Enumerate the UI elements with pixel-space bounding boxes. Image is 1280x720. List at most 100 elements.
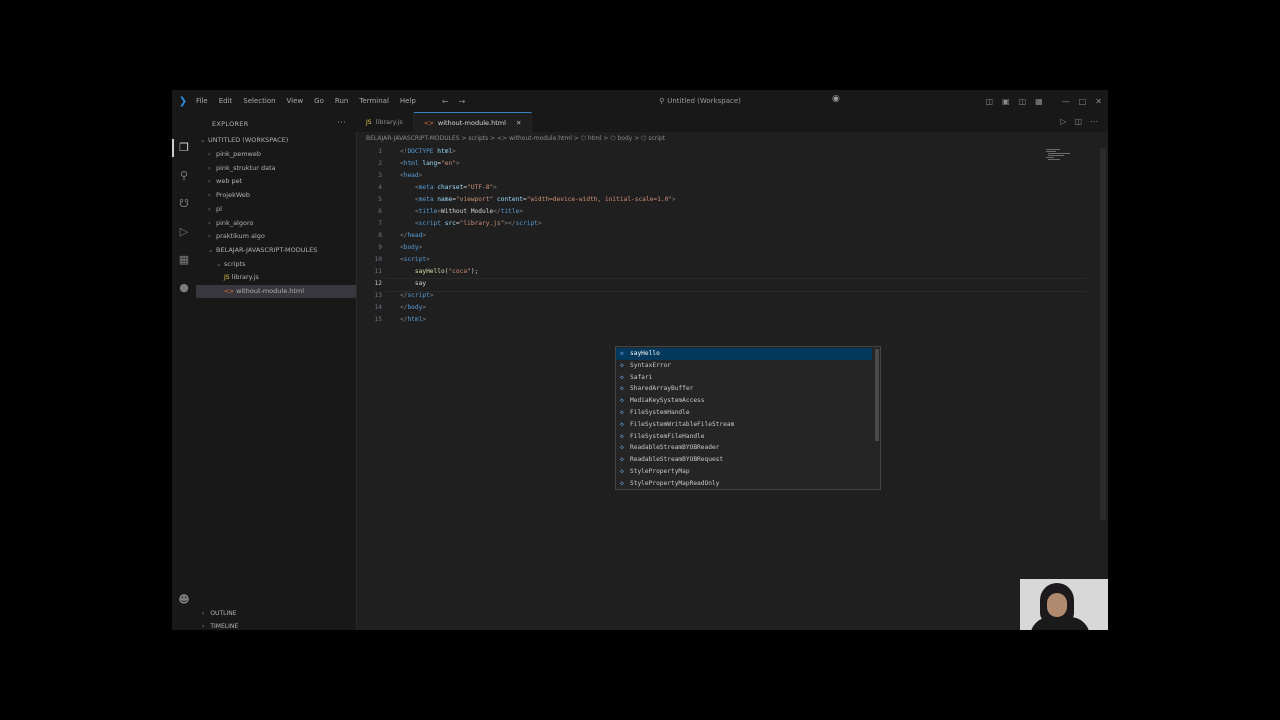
suggest-item-label: SharedArrayBuffer	[630, 385, 694, 393]
toggle-secondary-sidebar-icon[interactable]: ◫	[1019, 97, 1027, 106]
menu-edit[interactable]: Edit	[219, 97, 233, 105]
editor-scrollbar[interactable]	[1100, 148, 1106, 520]
suggest-item[interactable]: ◇ SyntaxError	[616, 360, 872, 372]
toggle-primary-sidebar-icon[interactable]: ◫	[985, 97, 993, 106]
back-arrow-icon[interactable]: ←	[442, 97, 449, 106]
code-text: </head>	[400, 230, 426, 242]
code-text: <script src="library.js"></script>	[400, 218, 542, 230]
line-number: 3	[378, 172, 382, 179]
code-token: >	[452, 148, 456, 155]
code-token: >	[519, 208, 523, 215]
code-token: head	[407, 232, 423, 239]
suggest-widget[interactable]: ◇ sayHello ◇ SyntaxError ◇ Safari ◇ SharedArray…	[615, 346, 881, 490]
tree-item-label: without-module.html	[236, 287, 305, 295]
command-center[interactable]: ⚲ Untitled (Workspace)	[590, 94, 810, 108]
tree-item[interactable]: › web pet	[196, 175, 356, 188]
menu-file[interactable]: File	[196, 97, 208, 105]
chevron-right-icon: ›	[208, 177, 211, 186]
maximize-icon[interactable]: □	[1079, 97, 1087, 106]
code-token: "library.js"	[459, 220, 505, 227]
code-editor[interactable]: 1 <!DOCTYPE html> 2 <html lang="en"> 3 <head>…	[356, 146, 1096, 630]
symbol-variable-icon: ◇	[620, 350, 624, 357]
forward-arrow-icon[interactable]: →	[459, 97, 466, 106]
timeline-section[interactable]: › TIMELINE	[196, 621, 356, 630]
breadcrumb[interactable]: BELAJAR-JAVASCRIPT-MODULES > scripts > <…	[366, 135, 665, 142]
suggest-item[interactable]: ◇ FileSystemFileHandle	[616, 431, 872, 443]
chevron-right-icon: ›	[202, 623, 205, 630]
minimize-icon[interactable]: —	[1062, 97, 1070, 106]
tree-item[interactable]: ⌄ scripts	[196, 258, 356, 271]
outline-section[interactable]: › OUTLINE	[196, 608, 356, 620]
tree-item[interactable]: <> without-module.html	[196, 285, 356, 298]
code-token: "viewport"	[455, 196, 494, 203]
chevron-right-icon: ›	[208, 232, 211, 241]
tree-item[interactable]: › pink_struktur data	[196, 162, 356, 175]
suggest-item[interactable]: ◇ Safari	[616, 372, 872, 384]
tab-without-module-html[interactable]: <> without-module.html ✕	[413, 112, 533, 133]
suggest-item[interactable]: ◇ StylePropertyMap	[616, 466, 872, 478]
symbol-variable-icon: ◇	[620, 420, 624, 428]
tree-item[interactable]: JS library.js	[196, 271, 356, 284]
tab-library-js[interactable]: JS library.js	[356, 112, 414, 132]
tree-item[interactable]: › pink_pemweb	[196, 148, 356, 161]
toggle-panel-icon[interactable]: ▣	[1002, 97, 1010, 106]
search-icon[interactable]: ⚲	[176, 168, 192, 184]
workspace-root[interactable]: ⌄ UNTITLED (WORKSPACE)	[196, 134, 356, 147]
tree-item[interactable]: › praktikum algo	[196, 230, 356, 243]
code-text: <script>	[400, 254, 430, 266]
menu-view[interactable]: View	[287, 97, 304, 105]
line-number: 13	[374, 292, 382, 299]
line-number: 6	[378, 208, 382, 215]
suggest-item[interactable]: ◇ sayHello	[616, 348, 872, 360]
menu-run[interactable]: Run	[335, 97, 348, 105]
suggest-item[interactable]: ◇ ReadableStreamBYOBRequest	[616, 454, 872, 466]
js-file-icon: JS	[366, 119, 372, 126]
editor-tabs: JS library.js <> without-module.html ✕ ▷ ◫…	[356, 112, 1108, 133]
tree-item[interactable]: ⌄ BELAJAR-JAVASCRIPT-MODULES	[196, 244, 356, 257]
suggest-item[interactable]: ◇ FileSystemHandle	[616, 407, 872, 419]
suggest-item-label: FileSystemFileHandle	[630, 432, 705, 440]
suggest-scrollbar[interactable]	[875, 349, 879, 441]
current-line-highlight	[386, 278, 1086, 292]
chevron-right-icon: ›	[208, 218, 211, 227]
menu-terminal[interactable]: Terminal	[359, 97, 389, 105]
tree-item-label: pink_algoro	[216, 218, 254, 227]
code-token: html	[437, 148, 453, 155]
explorer-icon[interactable]: ❐	[176, 140, 192, 156]
tree-item[interactable]: › ProjekWeb	[196, 189, 356, 202]
menu-go[interactable]: Go	[314, 97, 324, 105]
symbol-variable-icon: ◇	[620, 432, 624, 440]
extensions-icon[interactable]: ▦	[176, 252, 192, 268]
python-icon[interactable]: ●	[176, 280, 192, 296]
code-token: html	[407, 316, 423, 323]
more-actions-icon[interactable]: ⋯	[1090, 117, 1098, 126]
suggest-item[interactable]: ◇ StylePropertyMapReadOnly	[616, 478, 872, 490]
code-text: <head>	[400, 170, 422, 182]
menu-selection[interactable]: Selection	[243, 97, 275, 105]
timeline-label: TIMELINE	[210, 623, 239, 630]
code-text: <html lang="en">	[400, 158, 460, 170]
menu-help[interactable]: Help	[400, 97, 416, 105]
suggest-item[interactable]: ◇ SharedArrayBuffer	[616, 383, 872, 395]
account-icon[interactable]: ☻	[176, 592, 192, 608]
suggest-item-label: FileSystemHandle	[630, 409, 690, 416]
customize-layout-icon[interactable]: ▦	[1035, 97, 1043, 106]
more-actions-icon[interactable]: ⋯	[337, 118, 346, 128]
close-icon[interactable]: ✕	[1095, 97, 1102, 106]
tree-item[interactable]: › pink_algoro	[196, 217, 356, 230]
run-icon[interactable]: ▷	[1060, 117, 1066, 126]
split-editor-icon[interactable]: ◫	[1074, 117, 1082, 126]
minimap[interactable]	[1046, 148, 1076, 162]
source-control-icon[interactable]: ☋	[176, 196, 192, 212]
nav-arrows: ← →	[442, 97, 465, 106]
tab-close-icon[interactable]: ✕	[516, 119, 521, 127]
run-debug-icon[interactable]: ▷	[176, 224, 192, 240]
code-token: sayHello	[414, 268, 445, 275]
tree-item[interactable]: › pl	[196, 203, 356, 216]
suggest-item[interactable]: ◇ MediaKeySystemAccess	[616, 395, 872, 407]
copilot-icon[interactable]: ◉	[832, 94, 840, 104]
suggest-item[interactable]: ◇ ReadableStreamBYOBReader	[616, 442, 872, 454]
code-text: </html>	[400, 314, 426, 326]
suggest-item[interactable]: ◇ FileSystemWritableFileStream	[616, 419, 872, 431]
